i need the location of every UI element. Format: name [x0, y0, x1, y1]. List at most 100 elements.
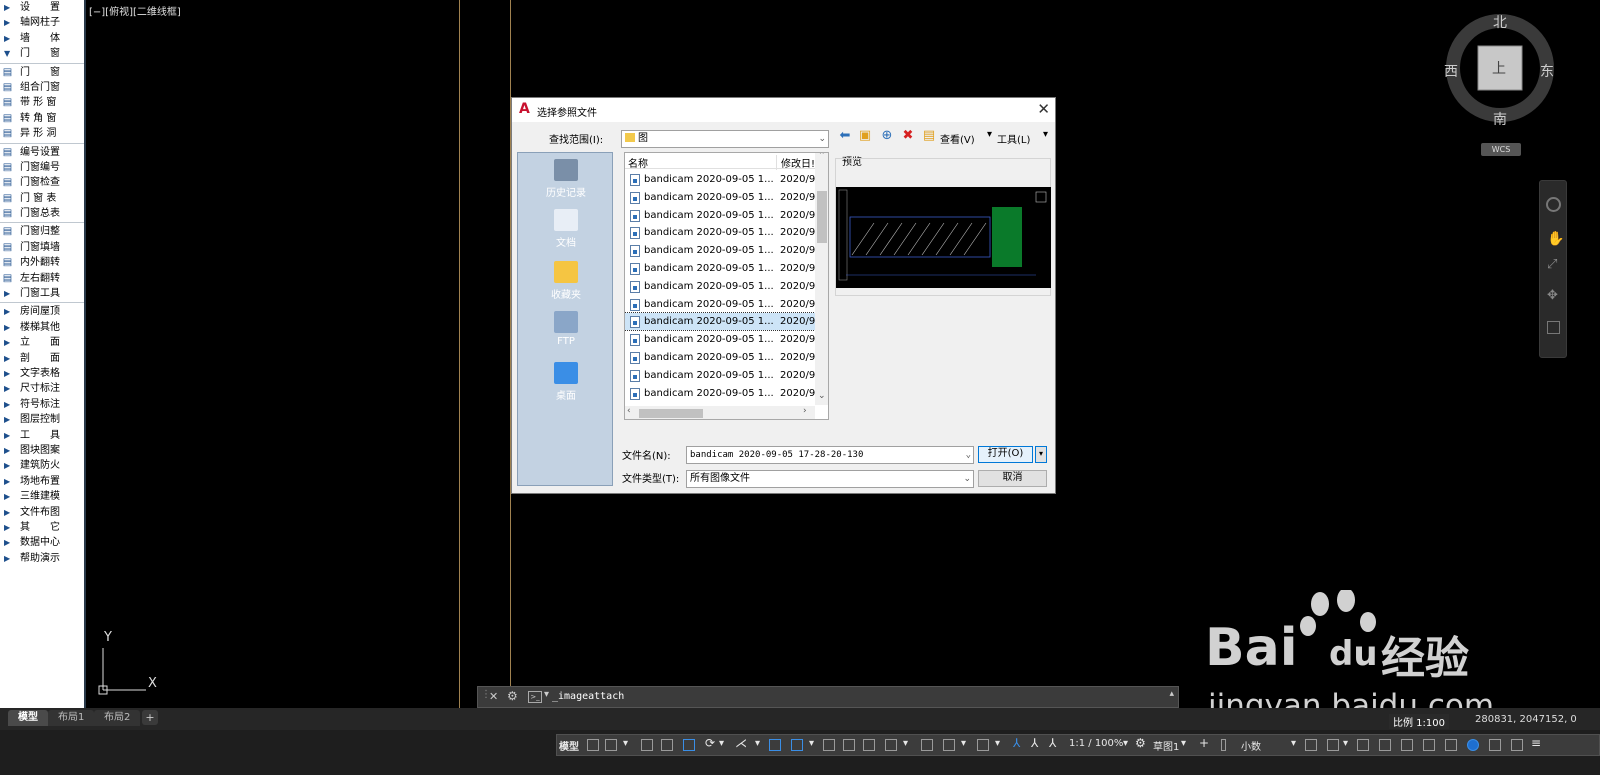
menu-item[interactable]: ▶ 文件布图 [0, 505, 84, 520]
layout-tab[interactable]: 布局2 [94, 710, 141, 726]
menu-item[interactable]: ▤ 转 角 窗 [0, 111, 84, 126]
menu-item[interactable]: ▶ 帮助演示 [0, 551, 84, 566]
viewport-label[interactable]: [−][俯视][二维线框] [89, 3, 181, 18]
viewcube[interactable]: 北 南 西 东 上 WCS [1440, 8, 1560, 156]
add-layout-icon[interactable]: + [142, 710, 158, 725]
compass-south[interactable]: 南 [1493, 109, 1507, 129]
prompt-dropdown-icon[interactable]: ▾ [544, 689, 549, 700]
place-3[interactable]: FTP [518, 311, 614, 347]
grid-icon[interactable] [587, 739, 599, 751]
scroll-left-icon[interactable]: ‹ [627, 406, 631, 416]
annotation-visibility-icon[interactable]: ⅄ [1013, 736, 1020, 750]
menu-item[interactable]: ▤ 编号设置 [0, 145, 84, 160]
isolate-objects-icon[interactable] [1357, 739, 1369, 751]
menu-item[interactable]: ▤ 门窗检查 [0, 175, 84, 190]
new-folder-icon[interactable]: ▤ [921, 128, 937, 144]
window-tile-icon[interactable] [1511, 739, 1523, 751]
annotation-scale-dropdown-icon[interactable]: ▾ [1123, 738, 1128, 749]
menu-item[interactable]: ▶ 三维建模 [0, 489, 84, 504]
menu-item[interactable]: ▶ 轴网柱子 [0, 15, 84, 30]
menu-item[interactable]: ▶ 场地布置 [0, 474, 84, 489]
workspace-value[interactable]: 草图1 [1153, 738, 1179, 753]
command-history-icon[interactable]: ▴ [1169, 689, 1174, 699]
layout-tab[interactable]: 布局1 [48, 710, 95, 726]
clean-screen-icon[interactable] [1401, 739, 1413, 751]
dynamic-ucs-icon[interactable] [921, 739, 933, 751]
menu-item[interactable]: ▶ 立 面 [0, 335, 84, 350]
file-row[interactable]: bandicam 2020-09-05 1... 2020/9 [625, 224, 815, 241]
menu-item[interactable]: ▶ 工 具 [0, 428, 84, 443]
tools-dropdown-icon[interactable]: ▾ [1043, 129, 1048, 140]
compass-north[interactable]: 北 [1493, 12, 1507, 32]
vertical-scroll-thumb[interactable] [817, 191, 827, 243]
scroll-right-icon[interactable]: › [803, 406, 807, 416]
back-icon[interactable]: ⬅ [837, 128, 853, 144]
menu-item[interactable]: ▤ 异 形 洞 [0, 126, 84, 141]
units-value[interactable]: 小数 [1241, 738, 1261, 753]
3d-osnap-icon[interactable] [885, 739, 897, 751]
menu-item[interactable]: ▤ 组合门窗 [0, 80, 84, 95]
ortho-icon[interactable] [683, 739, 695, 751]
file-list[interactable]: 名称 ⌃ 修改日! bandicam 2020-09-05 1... 2020/9… [624, 152, 829, 420]
snap-dropdown-icon[interactable]: ▾ [623, 738, 628, 749]
menu-item[interactable]: ▤ 门窗编号 [0, 160, 84, 175]
customization-menu-icon[interactable]: ≡ [1531, 736, 1541, 750]
compass-east[interactable]: 东 [1540, 61, 1554, 81]
customize-icon[interactable]: ⚙ [507, 689, 518, 703]
menu-item[interactable]: ▶ 剖 面 [0, 351, 84, 366]
vertical-scrollbar[interactable]: ⌃ ⌄ [815, 153, 828, 405]
menu-item[interactable]: ▶ 符号标注 [0, 397, 84, 412]
iso-dropdown-icon[interactable]: ▾ [755, 738, 760, 749]
print-icon[interactable] [1489, 739, 1501, 751]
menu-item[interactable]: ▤ 左右翻转 [0, 271, 84, 286]
file-row[interactable]: bandicam 2020-09-05 1... 2020/9 [625, 349, 815, 366]
place-0[interactable]: 历史记录 [518, 159, 614, 199]
units-dropdown-icon[interactable]: ▾ [1291, 738, 1296, 749]
annotation-scale-icon[interactable]: ⅄ [1049, 736, 1056, 750]
open-button[interactable]: 打开(O) [978, 446, 1033, 463]
lock-ui-icon[interactable] [1327, 739, 1339, 751]
menu-item[interactable]: ▶ 尺寸标注 [0, 381, 84, 396]
file-row[interactable]: bandicam 2020-09-05 1... 2020/9 [625, 278, 815, 295]
showmotion-icon[interactable] [1547, 321, 1560, 334]
online-status-icon[interactable] [1467, 739, 1479, 751]
menu-item[interactable]: ▤ 带 形 窗 [0, 95, 84, 110]
layout-tool-icon[interactable] [1423, 739, 1435, 751]
filename-input[interactable]: bandicam 2020-09-05 17-28-20-130 ⌄ [686, 446, 974, 464]
up-folder-icon[interactable]: ▣ [857, 128, 873, 144]
menu-item[interactable]: ▶ 其 它 [0, 520, 84, 535]
viewcube-top-face[interactable]: 上 [1492, 58, 1506, 78]
object-snap-icon[interactable] [791, 739, 803, 751]
quick-properties-icon[interactable] [1305, 739, 1317, 751]
steering-wheel-icon[interactable] [1546, 197, 1561, 212]
file-row[interactable]: bandicam 2020-09-05 1... 2020/9 [625, 331, 815, 348]
file-row[interactable]: bandicam 2020-09-05 1... 2020/9 [625, 260, 815, 277]
osnap-dropdown-icon[interactable]: ▾ [809, 738, 814, 749]
filetype-dropdown[interactable]: 所有图像文件 ⌄ [686, 470, 974, 488]
menu-item[interactable]: ▶ 房间屋顶 [0, 304, 84, 319]
place-1[interactable]: 文档 [518, 209, 614, 249]
selection-cycling-icon[interactable] [863, 739, 875, 751]
menu-item[interactable]: ▤ 门窗归整 [0, 224, 84, 239]
column-name[interactable]: 名称 [628, 155, 648, 170]
views-dropdown-icon[interactable]: ▾ [987, 129, 992, 140]
dialog-titlebar[interactable]: A 选择参照文件 ✕ [512, 98, 1055, 122]
menu-item[interactable]: ▶ 墙 体 [0, 31, 84, 46]
model-space-button[interactable]: 模型 [559, 738, 579, 753]
menu-item[interactable]: ▶ 建筑防火 [0, 458, 84, 473]
polar-dropdown-icon[interactable]: ▾ [719, 738, 724, 749]
snap-icon[interactable] [605, 739, 617, 751]
orbit-icon[interactable]: ✥ [1547, 288, 1558, 303]
horizontal-scroll-thumb[interactable] [639, 409, 703, 418]
hardware-acceleration-icon[interactable] [1379, 739, 1391, 751]
scroll-down-icon[interactable]: ⌄ [818, 391, 826, 401]
place-2[interactable]: 收藏夹 [518, 261, 614, 301]
cancel-button[interactable]: 取消 [978, 470, 1047, 487]
dynamic-input-icon[interactable] [661, 739, 673, 751]
3d-osnap-dropdown-icon[interactable]: ▾ [903, 738, 908, 749]
auto-scale-icon[interactable]: ⅄ [1031, 736, 1038, 750]
file-row[interactable]: bandicam 2020-09-05 1... 2020/9 [625, 385, 815, 402]
close-icon[interactable]: ✕ [489, 690, 498, 703]
menu-item[interactable]: ▶ 数据中心 [0, 535, 84, 550]
object-snap-tracking-icon[interactable] [769, 739, 781, 751]
